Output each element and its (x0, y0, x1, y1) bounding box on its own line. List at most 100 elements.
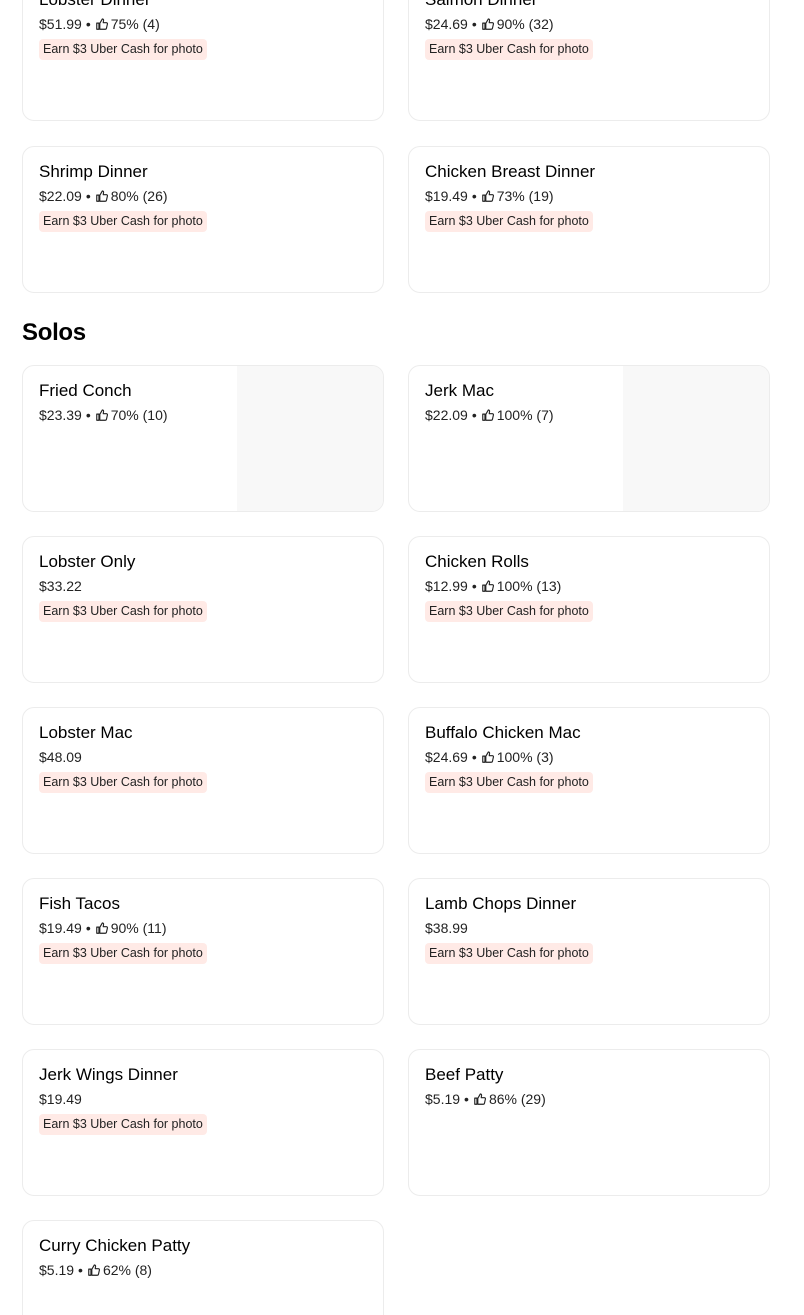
menu-item-card[interactable]: Jerk Mac $22.09 • 100% (7) (408, 365, 770, 512)
thumbs-up-icon (95, 18, 108, 30)
item-price: $33.22 (39, 578, 82, 594)
item-name: Salmon Dinner (425, 0, 537, 10)
menu-item-card[interactable]: Jerk Wings Dinner $19.49 Earn $3 Uber Ca… (22, 1049, 384, 1196)
uber-cash-promo-badge: Earn $3 Uber Cash for photo (39, 772, 207, 793)
item-price: $19.49 (39, 920, 82, 936)
item-meta: $22.09 • 80% (26) (39, 187, 168, 205)
item-meta: $5.19 • 86% (29) (425, 1090, 546, 1108)
uber-cash-promo-badge: Earn $3 Uber Cash for photo (425, 39, 593, 60)
menu-item-card[interactable]: Chicken Breast Dinner $19.49 • 73% (19) … (408, 146, 770, 293)
thumbs-up-icon (88, 1264, 100, 1276)
item-name: Fried Conch (39, 381, 132, 400)
separator-dot: • (471, 749, 477, 765)
uber-cash-promo-badge: Earn $3 Uber Cash for photo (39, 39, 207, 60)
menu-item-card[interactable]: Fried Conch $23.39 • 70% (10) (22, 365, 384, 512)
item-price: $5.19 (39, 1262, 75, 1278)
item-price: $23.39 (39, 407, 82, 423)
thumbs-up-icon (474, 1093, 486, 1105)
thumbs-up-icon (481, 18, 494, 30)
item-price: $48.09 (39, 749, 82, 765)
menu-item-card[interactable]: Lobster Mac $48.09 Earn $3 Uber Cash for… (22, 707, 384, 854)
uber-cash-promo-badge: Earn $3 Uber Cash for photo (39, 943, 207, 964)
item-rating: 86% (29) (488, 1091, 546, 1107)
item-price: $19.49 (39, 1091, 82, 1107)
item-meta: $24.69 • 100% (3) (425, 748, 554, 766)
menu-item-card[interactable]: Curry Chicken Patty $5.19 • 62% (8) (22, 1220, 384, 1315)
uber-cash-promo-badge: Earn $3 Uber Cash for photo (39, 1114, 207, 1135)
item-price: $24.69 (425, 16, 468, 32)
item-price: $51.99 (39, 16, 82, 32)
menu-item-card[interactable]: Lobster Dinner $51.99 • 75% (4) Earn $3 … (22, 0, 384, 121)
item-meta: $5.19 • 62% (8) (39, 1261, 152, 1279)
item-meta: $23.39 • 70% (10) (39, 406, 168, 424)
separator-dot: • (471, 16, 477, 32)
item-rating: 90% (11) (110, 920, 167, 936)
separator-dot: • (464, 1091, 469, 1107)
item-name: Lobster Mac (39, 723, 133, 742)
item-rating: 100% (13) (496, 578, 562, 594)
item-price: $22.09 (425, 407, 468, 423)
item-meta: $33.22 (39, 577, 82, 595)
item-name: Shrimp Dinner (39, 162, 148, 181)
menu-item-card[interactable]: Salmon Dinner $24.69 • 90% (32) Earn $3 … (408, 0, 770, 121)
item-meta: $19.49 • 73% (19) (425, 187, 554, 205)
separator-dot: • (471, 578, 477, 594)
item-meta: $22.09 • 100% (7) (425, 406, 554, 424)
item-price: $12.99 (425, 578, 468, 594)
separator-dot: • (471, 407, 477, 423)
item-meta: $24.69 • 90% (32) (425, 15, 554, 33)
item-price: $22.09 (39, 188, 82, 204)
item-rating: 62% (8) (102, 1262, 152, 1278)
item-name: Jerk Wings Dinner (39, 1065, 178, 1084)
menu-item-card[interactable]: Beef Patty $5.19 • 86% (29) (408, 1049, 770, 1196)
item-name: Lobster Only (39, 552, 136, 571)
separator-dot: • (471, 188, 477, 204)
item-meta: $19.49 • 90% (11) (39, 919, 167, 937)
item-meta: $48.09 (39, 748, 82, 766)
item-rating: 80% (26) (110, 188, 168, 204)
thumbs-up-icon (481, 190, 494, 202)
item-name: Jerk Mac (425, 381, 494, 400)
item-meta: $38.99 (425, 919, 468, 937)
item-rating: 73% (19) (496, 188, 554, 204)
separator-dot: • (85, 407, 91, 423)
menu-item-card[interactable]: Chicken Rolls $12.99 • 100% (13) Earn $3… (408, 536, 770, 683)
menu-item-card[interactable]: Shrimp Dinner $22.09 • 80% (26) Earn $3 … (22, 146, 384, 293)
item-meta: $19.49 (39, 1090, 82, 1108)
separator-dot: • (85, 188, 91, 204)
item-image-placeholder (623, 366, 769, 511)
menu-item-card[interactable]: Lobster Only $33.22 Earn $3 Uber Cash fo… (22, 536, 384, 683)
item-rating: 100% (3) (496, 749, 554, 765)
item-rating: 75% (4) (110, 16, 160, 32)
menu-item-card[interactable]: Lamb Chops Dinner $38.99 Earn $3 Uber Ca… (408, 878, 770, 1025)
item-rating: 70% (10) (110, 407, 168, 423)
thumbs-up-icon (95, 409, 108, 421)
uber-cash-promo-badge: Earn $3 Uber Cash for photo (425, 943, 593, 964)
uber-cash-promo-badge: Earn $3 Uber Cash for photo (39, 211, 207, 232)
item-name: Chicken Rolls (425, 552, 529, 571)
thumbs-up-icon (95, 190, 108, 202)
item-rating: 100% (7) (496, 407, 554, 423)
thumbs-up-icon (481, 409, 494, 421)
uber-cash-promo-badge: Earn $3 Uber Cash for photo (39, 601, 207, 622)
separator-dot: • (78, 1262, 83, 1278)
item-name: Lobster Dinner (39, 0, 151, 10)
uber-cash-promo-badge: Earn $3 Uber Cash for photo (425, 601, 593, 622)
item-name: Lamb Chops Dinner (425, 894, 577, 913)
item-image-placeholder (237, 366, 383, 511)
uber-cash-promo-badge: Earn $3 Uber Cash for photo (425, 211, 593, 232)
separator-dot: • (85, 920, 91, 936)
item-price: $19.49 (425, 188, 468, 204)
item-name: Curry Chicken Patty (39, 1236, 191, 1255)
separator-dot: • (85, 16, 91, 32)
item-name: Chicken Breast Dinner (425, 162, 596, 181)
menu-item-card[interactable]: Fish Tacos $19.49 • 90% (11) Earn $3 Ube… (22, 878, 384, 1025)
item-price: $5.19 (425, 1091, 461, 1107)
item-rating: 90% (32) (496, 16, 554, 32)
item-price: $38.99 (425, 920, 468, 936)
thumbs-up-icon (95, 922, 108, 934)
uber-cash-promo-badge: Earn $3 Uber Cash for photo (425, 772, 593, 793)
item-name: Fish Tacos (39, 894, 120, 913)
thumbs-up-icon (481, 751, 494, 763)
menu-item-card[interactable]: Buffalo Chicken Mac $24.69 • 100% (3) Ea… (408, 707, 770, 854)
